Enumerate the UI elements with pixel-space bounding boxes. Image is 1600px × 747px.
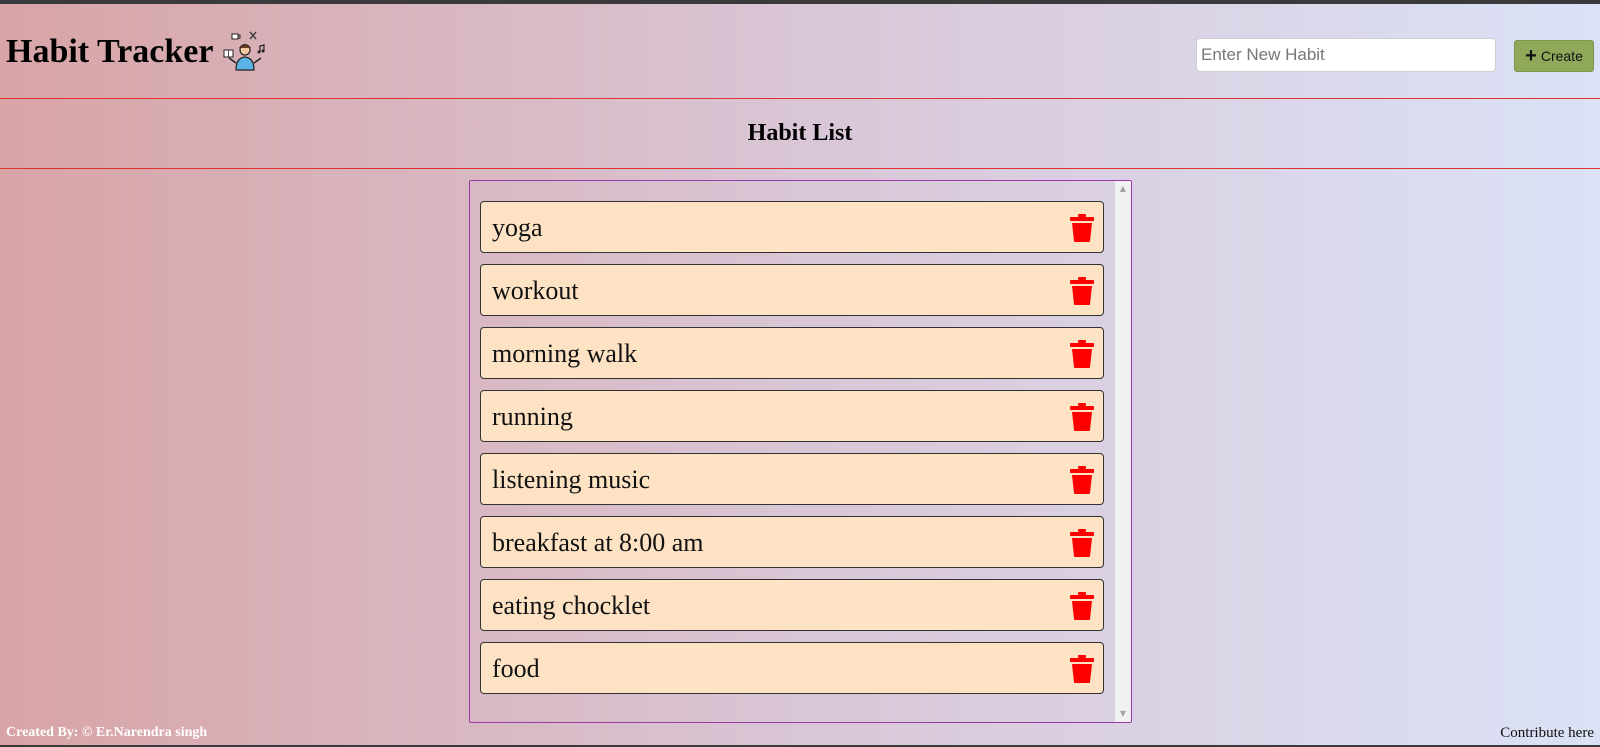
person-juggling-hobbies-icon bbox=[223, 31, 266, 71]
trash-icon[interactable] bbox=[1070, 277, 1094, 305]
list-header: Habit List bbox=[0, 99, 1600, 169]
habit-item: listening music bbox=[480, 453, 1104, 505]
app-header: Habit Tracker + Create bbox=[0, 4, 1600, 99]
scroll-down-arrow-icon[interactable]: ▼ bbox=[1115, 706, 1131, 722]
habit-item-label: eating chocklet bbox=[492, 591, 651, 620]
habit-item: yoga bbox=[480, 201, 1104, 253]
habit-item: running bbox=[480, 390, 1104, 442]
plus-icon: + bbox=[1525, 45, 1537, 67]
trash-icon[interactable] bbox=[1070, 340, 1094, 368]
habit-item-label: listening music bbox=[492, 465, 651, 494]
habit-item: breakfast at 8:00 am bbox=[480, 516, 1104, 568]
habit-item: food bbox=[480, 642, 1104, 694]
credit-text: Created By: © Er.Narendra singh bbox=[6, 725, 208, 740]
habit-item-label: breakfast at 8:00 am bbox=[492, 528, 704, 557]
trash-icon[interactable] bbox=[1070, 529, 1094, 557]
new-habit-input[interactable] bbox=[1196, 38, 1496, 72]
app-title: Habit Tracker bbox=[6, 33, 214, 70]
habit-item-label: workout bbox=[492, 276, 579, 305]
habit-item-label: morning walk bbox=[492, 339, 638, 368]
title-group: Habit Tracker bbox=[6, 30, 267, 74]
habit-item-label: running bbox=[492, 402, 573, 431]
trash-icon[interactable] bbox=[1070, 466, 1094, 494]
habit-list-panel: yoga workout morning walk running listen… bbox=[469, 180, 1132, 723]
habit-item-label: yoga bbox=[492, 213, 543, 242]
page-footer: Created By: © Er.Narendra singh Contribu… bbox=[0, 723, 1600, 743]
scroll-up-arrow-icon[interactable]: ▲ bbox=[1115, 181, 1131, 197]
create-habit-button[interactable]: + Create bbox=[1514, 40, 1594, 72]
habit-list-title: Habit List bbox=[747, 120, 853, 146]
trash-icon[interactable] bbox=[1070, 655, 1094, 683]
habit-item: eating chocklet bbox=[480, 579, 1104, 631]
create-button-label: Create bbox=[1540, 48, 1583, 64]
contribute-link[interactable]: Contribute here bbox=[1500, 725, 1594, 742]
habit-item-label: food bbox=[492, 654, 540, 683]
list-scrollbar[interactable]: ▲ ▼ bbox=[1115, 181, 1131, 722]
habit-list: yoga workout morning walk running listen… bbox=[480, 201, 1104, 705]
trash-icon[interactable] bbox=[1070, 592, 1094, 620]
habit-item: workout bbox=[480, 264, 1104, 316]
trash-icon[interactable] bbox=[1070, 403, 1094, 431]
trash-icon[interactable] bbox=[1070, 214, 1094, 242]
habit-item: morning walk bbox=[480, 327, 1104, 379]
